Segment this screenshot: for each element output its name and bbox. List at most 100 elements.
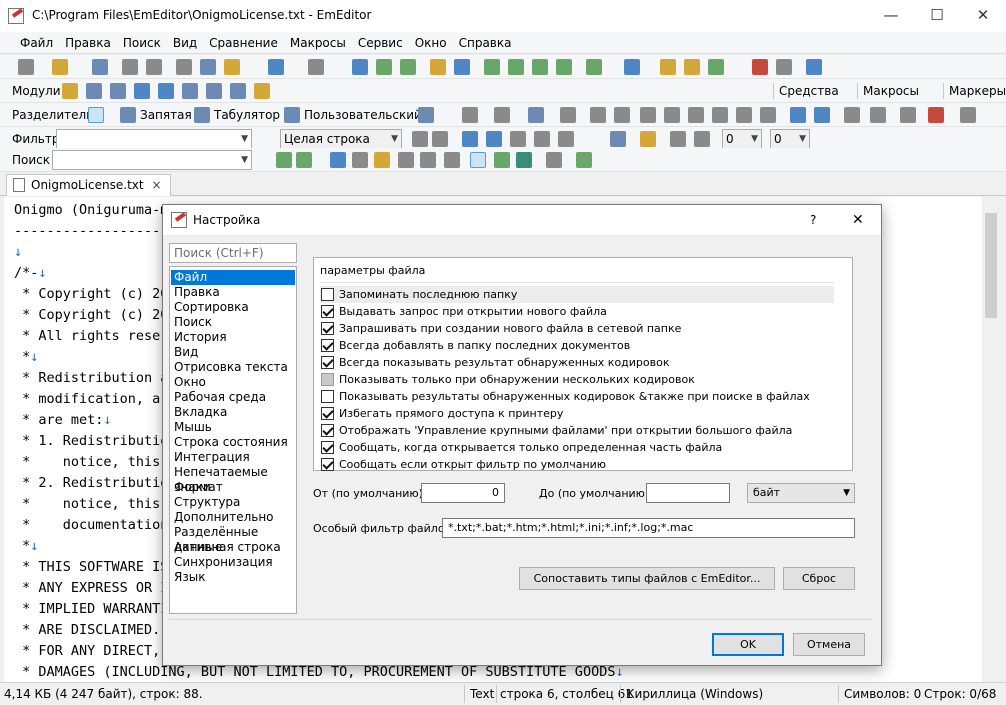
markers-label[interactable]: Маркеры	[949, 84, 1006, 98]
nav-item[interactable]: Вид	[171, 345, 295, 360]
search-escape-icon[interactable]	[420, 152, 436, 168]
find-icon[interactable]	[352, 59, 368, 75]
redo-icon[interactable]	[308, 59, 324, 75]
sort-options-icon[interactable]	[960, 107, 976, 123]
to-input[interactable]	[646, 483, 730, 503]
filter-lock-icon[interactable]	[640, 131, 656, 147]
find-next-icon[interactable]	[376, 59, 392, 75]
modules-label[interactable]: Модули	[12, 84, 61, 98]
filter-escape-icon[interactable]	[534, 131, 550, 147]
search-find-icon[interactable]	[330, 152, 346, 168]
nav-item[interactable]: Файл	[171, 270, 295, 285]
new-file-icon[interactable]	[18, 59, 34, 75]
option-checkbox[interactable]: Показывать результаты обнаруженных кодир…	[320, 388, 834, 405]
checkbox-icon[interactable]	[321, 305, 334, 318]
nav-item[interactable]: Разделённые данные	[171, 525, 295, 554]
filter-window-icon[interactable]	[610, 131, 626, 147]
tab-label[interactable]: Табулятор	[214, 108, 280, 122]
nav-item[interactable]: Интеграция	[171, 450, 295, 465]
find-in-files-icon[interactable]	[430, 59, 446, 75]
search-wrap-icon[interactable]	[470, 152, 486, 168]
nav-item[interactable]: История	[171, 330, 295, 345]
menu-view[interactable]: Вид	[167, 32, 203, 54]
copy-icon[interactable]	[200, 59, 216, 75]
tab-onigmo-license[interactable]: OnigmoLicense.txt ×	[6, 174, 171, 196]
scrollbar-thumb[interactable]	[985, 213, 997, 318]
column-10-icon[interactable]	[760, 107, 776, 123]
columns-icon[interactable]	[528, 107, 544, 123]
from-input[interactable]: 0	[421, 483, 505, 503]
search-input[interactable]: ▼	[52, 150, 252, 170]
checkbox-icon[interactable]	[321, 288, 334, 301]
menu-compare[interactable]: Сравнение	[203, 32, 284, 54]
option-checkbox[interactable]: Сообщать, когда открывается только опред…	[320, 439, 834, 456]
filter-regex-icon[interactable]	[510, 131, 526, 147]
spell-check-icon[interactable]	[708, 59, 724, 75]
option-checkbox[interactable]: Всегда показывать результат обнаруженных…	[320, 354, 834, 371]
option-checkbox[interactable]: Всегда добавлять в папку последних докум…	[320, 337, 834, 354]
nav-item[interactable]: Окно	[171, 375, 295, 390]
nav-item[interactable]: Синхронизация	[171, 555, 295, 570]
sort-1-icon[interactable]	[844, 107, 860, 123]
menu-window[interactable]: Окно	[409, 32, 453, 54]
settings-search-input[interactable]: Поиск (Ctrl+F)	[169, 243, 297, 263]
nav-item[interactable]: Вкладка	[171, 405, 295, 420]
record-macro-icon[interactable]	[752, 59, 768, 75]
option-checkbox[interactable]: Запоминать последнюю папку	[320, 286, 834, 303]
option-checkbox[interactable]: Показывать только при обнаружении нескол…	[320, 371, 834, 388]
plugin-2-icon[interactable]	[86, 83, 102, 99]
column-2-icon[interactable]	[560, 107, 576, 123]
find-prev-icon[interactable]	[400, 59, 416, 75]
checkbox-icon[interactable]	[321, 339, 334, 352]
custom-sep-icon[interactable]	[284, 107, 300, 123]
search-prev-icon[interactable]	[296, 152, 312, 168]
filter-clear-icon[interactable]	[412, 131, 428, 147]
plugin-3-icon[interactable]	[110, 83, 126, 99]
menu-search[interactable]: Поиск	[117, 32, 167, 54]
plugin-5-icon[interactable]	[158, 83, 174, 99]
nav-item[interactable]: Активная строка	[171, 540, 295, 555]
export-icon[interactable]	[556, 59, 572, 75]
search-go-icon[interactable]	[576, 152, 592, 168]
plugin-7-icon[interactable]	[206, 83, 222, 99]
nav-item[interactable]: Формат	[171, 480, 295, 495]
tools-label[interactable]: Средства	[779, 84, 839, 98]
nav-item[interactable]: Сортировка	[171, 300, 295, 315]
status-encoding[interactable]: Кириллица (Windows)	[626, 687, 763, 701]
nav-item[interactable]: Мышь	[171, 420, 295, 435]
filter-next-icon[interactable]	[694, 131, 710, 147]
menu-edit[interactable]: Правка	[59, 32, 117, 54]
customize-icon[interactable]	[684, 59, 700, 75]
search-case-icon[interactable]	[374, 152, 390, 168]
column-3-icon[interactable]	[590, 107, 606, 123]
close-button[interactable]: ✕	[960, 0, 1006, 30]
column-5-icon[interactable]	[640, 107, 656, 123]
paste-icon[interactable]	[224, 59, 240, 75]
checkbox-icon[interactable]	[321, 373, 334, 386]
maximize-button[interactable]: ☐	[914, 0, 960, 30]
plugin-9-icon[interactable]	[254, 83, 270, 99]
cancel-button[interactable]: Отмена	[793, 633, 865, 656]
sort-2-icon[interactable]	[870, 107, 886, 123]
nav-item[interactable]: Структура	[171, 495, 295, 510]
custom-label[interactable]: Пользовательский	[304, 108, 422, 122]
filter-match-icon[interactable]	[486, 131, 502, 147]
filter-prev-icon[interactable]	[670, 131, 686, 147]
checkbox-icon[interactable]	[321, 458, 334, 471]
sort-123-icon[interactable]	[928, 107, 944, 123]
settings-icon[interactable]	[660, 59, 676, 75]
menu-tools[interactable]: Сервис	[352, 32, 409, 54]
nav-item[interactable]: Поиск	[171, 315, 295, 330]
filter-word-icon[interactable]	[558, 131, 574, 147]
option-checkbox[interactable]: Избегать прямого доступа к принтеру	[320, 405, 834, 422]
checkbox-icon[interactable]	[321, 390, 334, 403]
associate-types-button[interactable]: Сопоставить типы файлов с EmEditor...	[519, 567, 775, 590]
macros-label[interactable]: Макросы	[863, 84, 919, 98]
checkbox-icon[interactable]	[321, 424, 334, 437]
tab-close-icon[interactable]: ×	[152, 175, 162, 195]
tab-sep-icon[interactable]	[194, 107, 210, 123]
sort-3-icon[interactable]	[900, 107, 916, 123]
search-regex-icon[interactable]	[398, 152, 414, 168]
nav-item[interactable]: Непечатаемые знаки	[171, 465, 295, 494]
checkbox-icon[interactable]	[321, 322, 334, 335]
